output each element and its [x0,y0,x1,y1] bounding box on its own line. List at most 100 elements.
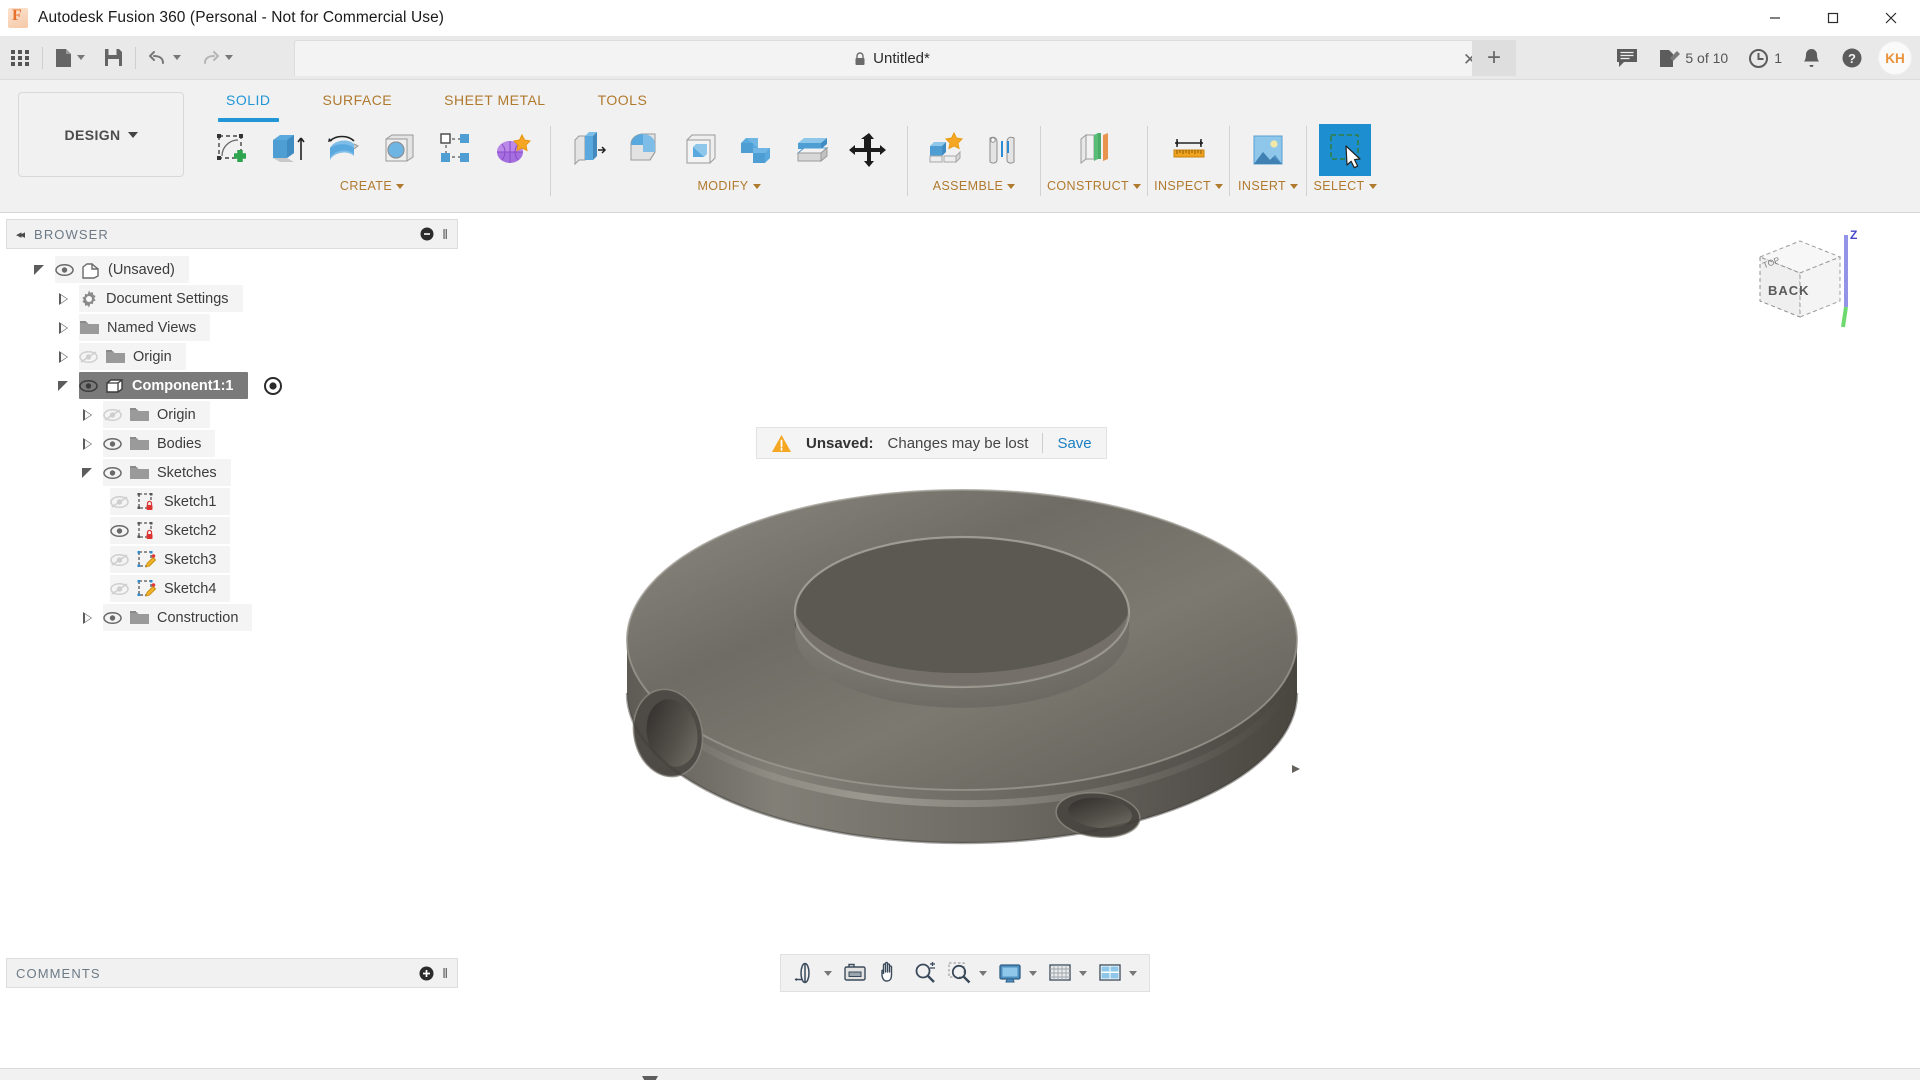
tree-node-sketch1[interactable]: Sketch1 [6,487,458,516]
panel-create-title[interactable]: CREATE [340,179,405,193]
tree-node-sketch3[interactable]: Sketch3 [6,545,458,574]
twisty-expanded-icon[interactable] [30,264,48,275]
redo-icon[interactable] [190,36,242,80]
tree-node-label: Component1:1 [132,377,234,394]
tree-node-sketches[interactable]: Sketches [6,458,458,487]
orbit-icon[interactable] [788,958,837,988]
chevron-down-icon [127,131,138,138]
tree-node-construction[interactable]: Construction [6,603,458,632]
panel-select-title[interactable]: SELECT [1314,179,1377,193]
tree-node-sketch2[interactable]: Sketch2 [6,516,458,545]
app-grid-icon[interactable] [0,36,40,80]
add-comment-icon[interactable] [419,966,434,981]
panel-construct-title[interactable]: CONSTRUCT [1047,179,1142,193]
select-window-icon[interactable] [1319,124,1372,176]
eye-visible-icon[interactable] [103,465,122,481]
new-document-icon[interactable] [45,36,94,80]
minimize-panel-icon[interactable]: ‖ [442,965,448,981]
notification-bell-icon[interactable] [1793,38,1830,78]
create-sketch-icon[interactable] [206,124,258,176]
tab-surface[interactable]: SURFACE [297,86,419,126]
hole-icon[interactable] [374,124,426,176]
twisty-expanded-icon[interactable] [54,380,72,391]
viewports-icon[interactable] [1093,958,1142,988]
panel-inspect-title[interactable]: INSPECT [1154,179,1224,193]
create-form-icon[interactable] [486,124,538,176]
pattern-icon[interactable] [430,124,482,176]
eye-visible-icon[interactable] [55,262,74,278]
shell-icon[interactable] [675,124,727,176]
eye-hidden-icon[interactable] [110,494,129,510]
zoom-icon[interactable] [908,958,942,988]
job-status-clock-icon[interactable]: 1 [1739,38,1791,78]
tree-node-origin-component[interactable]: Origin [6,400,458,429]
twisty-collapsed-icon[interactable] [78,408,96,421]
twisty-collapsed-icon[interactable] [54,321,72,334]
offset-plane-icon[interactable] [1068,124,1120,176]
comment-icon[interactable] [1607,38,1647,78]
collapse-left-icon[interactable]: ◂◂ [16,228,25,241]
eye-hidden-icon[interactable] [79,349,98,365]
twisty-expanded-icon[interactable] [78,467,96,478]
extension-manager-icon[interactable]: 5 of 10 [1649,38,1737,78]
tree-node-bodies[interactable]: Bodies [6,429,458,458]
close-icon[interactable] [1862,0,1920,36]
press-pull-icon[interactable] [563,124,615,176]
move-copy-icon[interactable] [843,124,895,176]
twisty-collapsed-icon[interactable] [78,437,96,450]
panel-assemble-title[interactable]: ASSEMBLE [933,179,1016,193]
minimize-panel-icon[interactable]: ‖ [420,226,448,242]
tree-node-document-settings[interactable]: Document Settings [6,284,458,313]
eye-visible-icon[interactable] [103,436,122,452]
eye-hidden-icon[interactable] [110,552,129,568]
save-icon[interactable] [94,36,133,80]
minimize-icon[interactable] [1746,0,1804,36]
twisty-collapsed-icon[interactable] [54,350,72,363]
tree-node-sketch4[interactable]: Sketch4 [6,574,458,603]
tree-node-label: Origin [133,348,172,365]
panel-insert-title[interactable]: INSERT [1238,179,1299,193]
undo-icon[interactable] [138,36,190,80]
eye-visible-icon[interactable] [103,610,122,626]
tree-node-named-views[interactable]: Named Views [6,313,458,342]
help-icon[interactable]: ? [1832,38,1872,78]
save-link[interactable]: Save [1057,435,1091,452]
tree-node-component1[interactable]: Component1:1 [6,371,458,400]
combine-icon[interactable] [731,124,783,176]
display-settings-icon[interactable] [993,958,1042,988]
insert-mcmaster-icon[interactable] [1242,124,1294,176]
tree-node-origin-root[interactable]: Origin [6,342,458,371]
joint-icon[interactable] [976,124,1028,176]
pan-icon[interactable] [873,958,907,988]
panel-select: SELECT [1313,124,1377,193]
view-cube[interactable]: TOP BACK Z [1742,227,1862,337]
tab-solid[interactable]: SOLID [200,86,297,126]
comments-panel[interactable]: COMMENTS ‖ [6,958,458,988]
measure-icon[interactable] [1163,124,1215,176]
fillet-icon[interactable] [619,124,671,176]
workspace-selector[interactable]: DESIGN [18,92,184,177]
avatar[interactable]: KH [1878,41,1912,75]
offset-face-icon[interactable] [787,124,839,176]
eye-visible-icon[interactable] [79,378,98,394]
eye-hidden-icon[interactable] [103,407,122,423]
grid-snap-icon[interactable] [1043,958,1092,988]
add-tab-icon[interactable]: + [1472,40,1516,76]
revolve-icon[interactable] [318,124,370,176]
maximize-icon[interactable] [1804,0,1862,36]
panel-modify-title[interactable]: MODIFY [697,179,761,193]
zoom-window-icon[interactable] [943,958,992,988]
eye-hidden-icon[interactable] [110,581,129,597]
twisty-collapsed-icon[interactable] [54,292,72,305]
new-component-icon[interactable] [920,124,972,176]
tree-node-unsaved[interactable]: (Unsaved) [6,255,458,284]
look-at-icon[interactable] [838,958,872,988]
tab-sheet-metal[interactable]: SHEET METAL [418,86,571,126]
tab-tools[interactable]: TOOLS [572,86,674,126]
twisty-collapsed-icon[interactable] [78,611,96,624]
activate-radio-icon[interactable] [263,376,283,396]
extrude-icon[interactable] [262,124,314,176]
timeline-marker-icon[interactable] [640,1075,660,1080]
document-tab[interactable]: Untitled* ✕ [294,40,1490,76]
eye-visible-icon[interactable] [110,523,129,539]
